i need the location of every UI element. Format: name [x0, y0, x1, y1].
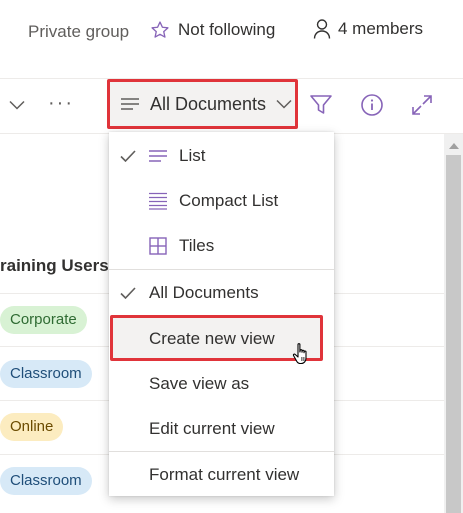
menu-item-compact-list[interactable]: Compact List	[109, 179, 334, 223]
menu-divider	[109, 269, 334, 270]
menu-item-label: Save view as	[149, 374, 250, 393]
info-icon	[361, 94, 383, 116]
menu-item-label: Format current view	[149, 465, 300, 484]
checkmark-icon	[119, 150, 137, 162]
checkmark-icon	[119, 287, 137, 299]
column-header-training-users[interactable]: raining Users	[0, 256, 109, 276]
list-lines-icon	[121, 98, 139, 110]
members-label: 4 members	[338, 19, 424, 38]
expand-icon	[412, 95, 432, 115]
menu-item-list[interactable]: List	[109, 134, 334, 178]
view-switcher-button[interactable]: All Documents	[107, 79, 298, 129]
info-button[interactable]	[360, 93, 384, 122]
follow-label: Not following	[178, 20, 276, 39]
caret-up-icon	[448, 142, 459, 149]
menu-item-all-documents[interactable]: All Documents	[109, 271, 334, 315]
menu-divider	[109, 451, 334, 452]
menu-item-label: Edit current view	[149, 419, 275, 438]
list-lines-icon	[147, 146, 169, 166]
menu-item-label: Compact List	[179, 191, 279, 210]
filter-button[interactable]	[309, 94, 333, 121]
menu-item-label: Tiles	[179, 236, 215, 255]
more-actions-button[interactable]: ···	[48, 92, 74, 115]
tag-corporate: Corporate	[0, 306, 87, 334]
view-switcher-label: All Documents	[150, 93, 267, 114]
person-icon	[313, 19, 331, 39]
tag-classroom: Classroom	[0, 467, 92, 495]
tag-online: Online	[0, 413, 64, 441]
group-privacy-label: Private group	[28, 22, 130, 41]
chevron-down-icon	[276, 99, 292, 109]
collapse-chevron-button[interactable]	[6, 94, 28, 116]
hand-pointer-cursor-icon	[292, 342, 310, 371]
tiles-icon	[147, 236, 169, 256]
menu-item-tiles[interactable]: Tiles	[109, 224, 334, 268]
members-button[interactable]: 4 members	[312, 18, 423, 40]
follow-button[interactable]: Not following	[150, 20, 275, 40]
menu-item-edit-current-view[interactable]: Edit current view	[109, 407, 334, 451]
menu-item-label: Create new view	[149, 329, 275, 348]
star-icon	[151, 21, 169, 38]
scrollbar-thumb[interactable]	[446, 155, 461, 513]
scroll-up-button[interactable]	[447, 140, 460, 150]
chevron-down-icon	[9, 100, 25, 110]
tag-classroom: Classroom	[0, 360, 92, 388]
menu-item-format-current-view[interactable]: Format current view	[109, 453, 334, 497]
filter-icon	[310, 95, 332, 114]
expand-button[interactable]	[410, 93, 434, 122]
menu-item-label: All Documents	[149, 283, 259, 302]
menu-item-label: List	[179, 146, 206, 165]
group-header: Private group Not following 4 members	[0, 0, 463, 72]
compact-list-icon	[147, 191, 169, 211]
view-options-menu: List Compact List Tiles All Documents Cr…	[109, 132, 334, 496]
